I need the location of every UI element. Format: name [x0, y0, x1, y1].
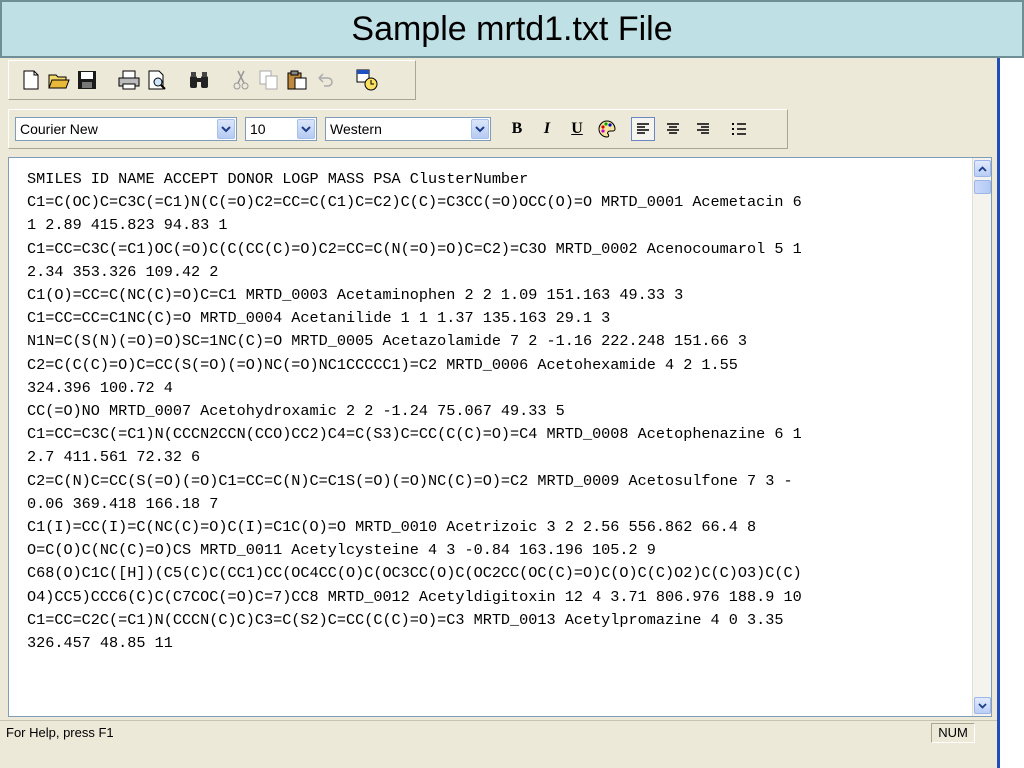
print-preview-icon[interactable] [145, 68, 169, 92]
slide-title: Sample mrtd1.txt File [351, 9, 673, 48]
copy-icon[interactable] [257, 68, 281, 92]
font-size-value: 10 [250, 121, 266, 137]
undo-icon[interactable] [313, 68, 337, 92]
slide-title-bar: Sample mrtd1.txt File [0, 0, 1024, 58]
num-lock-indicator: NUM [931, 722, 975, 743]
document-line: O4)CC5)CCC6(C)C(C7COC(=O)C=7)CC8 MRTD_00… [27, 587, 802, 606]
document-line: C1=CC=CC=C1NC(C)=O MRTD_0004 Acetanilide… [27, 309, 611, 328]
vertical-scrollbar[interactable] [972, 158, 991, 716]
align-left-icon[interactable] [631, 117, 655, 141]
align-center-icon[interactable] [661, 117, 685, 141]
font-size-select[interactable]: 10 [245, 117, 317, 141]
script-select-value: Western [330, 121, 382, 137]
document-line: 326.457 48.85 11 [27, 634, 173, 653]
scroll-up-icon[interactable] [974, 160, 991, 177]
document-line: C1=CC=C3C(=C1)OC(=O)C(C(CC(C)=O)C2=CC=C(… [27, 239, 802, 258]
status-bar: For Help, press F1 NUM [0, 720, 997, 744]
color-palette-icon[interactable] [595, 117, 619, 141]
font-select-value: Courier New [20, 121, 98, 137]
document-line: 2.34 353.326 109.42 2 [27, 262, 219, 281]
document-line: C68(O)C1C([H])(C5(C)C(CC1)CC(OC4CC(O)C(O… [27, 564, 802, 583]
paste-icon[interactable] [285, 68, 309, 92]
bold-button[interactable]: B [505, 117, 529, 141]
document-line: 2.7 411.561 72.32 6 [27, 448, 201, 467]
document-line: N1N=C(S(N)(=O)=O)SC=1NC(C)=O MRTD_0005 A… [27, 332, 748, 351]
save-icon[interactable] [75, 68, 99, 92]
document-line: O=C(O)C(NC(C)=O)CS MRTD_0011 Acetylcyste… [27, 541, 656, 560]
chevron-down-icon[interactable] [217, 119, 235, 139]
chevron-down-icon[interactable] [297, 119, 315, 139]
document-line: C1(I)=CC(I)=C(NC(C)=O)C(I)=C1C(O)=O MRTD… [27, 518, 757, 537]
standard-toolbar [8, 60, 416, 100]
document-text[interactable]: SMILES ID NAME ACCEPT DONOR LOGP MASS PS… [27, 168, 969, 655]
bullets-icon[interactable] [727, 117, 751, 141]
document-line: C1=C(OC)C=C3C(=C1)N(C(=O)C2=CC=C(C1)C=C2… [27, 193, 802, 212]
format-toolbar: Courier New 10 Western B I U [8, 109, 788, 149]
align-right-icon[interactable] [691, 117, 715, 141]
wordpad-window: Courier New 10 Western B I U SMILES ID N… [0, 58, 1000, 768]
new-icon[interactable] [19, 68, 43, 92]
document-editor[interactable]: SMILES ID NAME ACCEPT DONOR LOGP MASS PS… [8, 157, 992, 717]
document-line: CC(=O)NO MRTD_0007 Acetohydroxamic 2 2 -… [27, 402, 565, 421]
script-select[interactable]: Western [325, 117, 491, 141]
document-line: C1=CC=C2C(=C1)N(CCCN(C)C)C3=C(S2)C=CC(C(… [27, 610, 784, 629]
document-line: 324.396 100.72 4 [27, 378, 173, 397]
insert-datetime-icon[interactable] [355, 68, 379, 92]
document-line: C1(O)=CC=C(NC(C)=O)C=C1 MRTD_0003 Acetam… [27, 286, 684, 305]
status-help-text: For Help, press F1 [6, 725, 114, 740]
open-icon[interactable] [47, 68, 71, 92]
chevron-down-icon[interactable] [471, 119, 489, 139]
document-line: C2=C(N)C=CC(S(=O)(=O)C1=CC=C(N)C=C1S(=O)… [27, 471, 793, 490]
underline-button[interactable]: U [565, 117, 589, 141]
find-icon[interactable] [187, 68, 211, 92]
document-line: C2=C(C(C)=O)C=CC(S(=O)(=O)NC(=O)NC1CCCCC… [27, 355, 738, 374]
scroll-down-icon[interactable] [974, 697, 991, 714]
scroll-thumb[interactable] [974, 180, 991, 194]
font-select[interactable]: Courier New [15, 117, 237, 141]
cut-icon[interactable] [229, 68, 253, 92]
italic-button[interactable]: I [535, 117, 559, 141]
document-line: C1=CC=C3C(=C1)N(CCCN2CCN(CCO)CC2)C4=C(S3… [27, 425, 802, 444]
print-icon[interactable] [117, 68, 141, 92]
document-line: 0.06 369.418 166.18 7 [27, 494, 219, 513]
document-line: 1 2.89 415.823 94.83 1 [27, 216, 228, 235]
document-line: SMILES ID NAME ACCEPT DONOR LOGP MASS PS… [27, 170, 529, 188]
